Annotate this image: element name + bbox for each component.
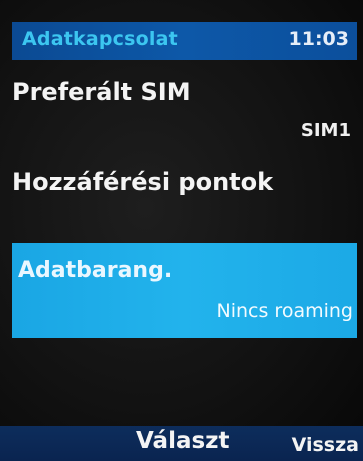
screen-title: Adatkapcsolat <box>22 28 178 50</box>
menu-item-label: Adatbarang. <box>18 258 173 283</box>
status-bar: Adatkapcsolat 11:03 <box>12 22 357 60</box>
select-softkey[interactable]: Választ <box>136 428 230 454</box>
menu-item-value: SIM1 <box>300 120 351 141</box>
clock: 11:03 <box>288 28 349 50</box>
menu-item-value: Nincs roaming <box>216 300 353 322</box>
menu-item-data-roaming[interactable]: Adatbarang. Nincs roaming <box>12 243 357 338</box>
phone-screen: Adatkapcsolat 11:03 Preferált SIM SIM1 H… <box>0 0 363 461</box>
menu-item-label: Preferált SIM <box>12 78 191 106</box>
menu-item-access-points[interactable]: Hozzáférési pontok <box>12 160 357 200</box>
softkey-bar: Választ Vissza <box>0 426 363 461</box>
menu-item-preferred-sim[interactable]: Preferált SIM SIM1 <box>12 70 357 154</box>
back-softkey[interactable]: Vissza <box>292 434 359 456</box>
menu-item-label: Hozzáférési pontok <box>12 168 274 196</box>
